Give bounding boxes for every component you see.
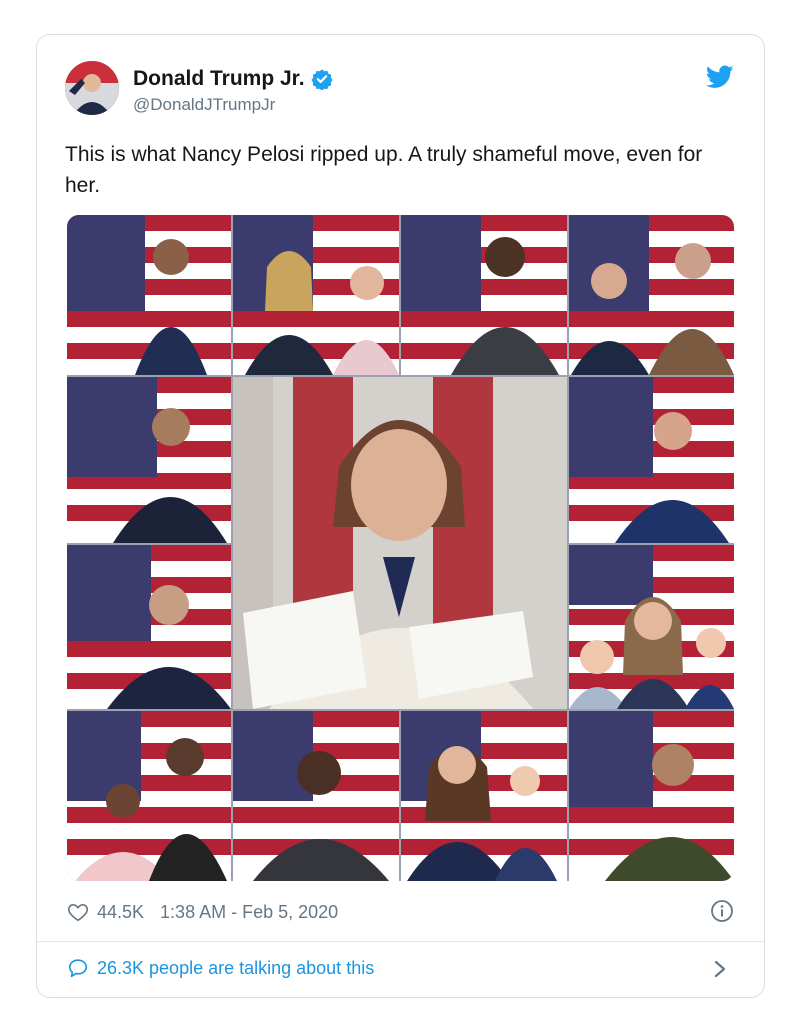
info-icon[interactable] [710, 899, 734, 923]
portrait-tile [401, 711, 567, 881]
portrait-tile [67, 711, 231, 881]
author-row: Donald Trump Jr. [133, 67, 333, 91]
author-name[interactable]: Donald Trump Jr. [133, 67, 305, 91]
tweet-card[interactable]: Donald Trump Jr. @DonaldJTrumpJr This is… [36, 34, 765, 998]
conversation-text[interactable]: 26.3K people are talking about this [97, 958, 374, 979]
portrait-tile [233, 711, 399, 881]
tweet-meta: 44.5K 1:38 AM - Feb 5, 2020 [67, 899, 338, 925]
twitter-bird-icon[interactable] [706, 65, 734, 89]
chevron-right-icon[interactable] [710, 957, 730, 981]
center-photo [233, 377, 567, 709]
photo-collage[interactable] [67, 215, 734, 881]
like-count[interactable]: 44.5K [97, 902, 144, 923]
author-handle[interactable]: @DonaldJTrumpJr [133, 95, 275, 115]
tweet-timestamp[interactable]: 1:38 AM - Feb 5, 2020 [160, 902, 338, 923]
portrait-tile [569, 215, 734, 375]
portrait-tile [401, 215, 567, 375]
heart-icon[interactable] [67, 901, 89, 923]
divider [37, 941, 764, 942]
portrait-tile [569, 377, 734, 543]
portrait-tile [67, 545, 231, 709]
speech-bubble-icon [68, 959, 88, 978]
tweet-text: This is what Nancy Pelosi ripped up. A t… [65, 143, 703, 197]
portrait-tile [569, 545, 734, 709]
conversation-link[interactable]: 26.3K people are talking about this [67, 957, 374, 979]
avatar[interactable] [65, 61, 119, 115]
portrait-tile [67, 377, 231, 543]
portrait-tile [67, 215, 231, 375]
verified-badge-icon [310, 69, 333, 90]
portrait-tile [569, 711, 734, 881]
portrait-tile [233, 215, 399, 375]
tweet-header: Donald Trump Jr. @DonaldJTrumpJr [65, 61, 736, 121]
